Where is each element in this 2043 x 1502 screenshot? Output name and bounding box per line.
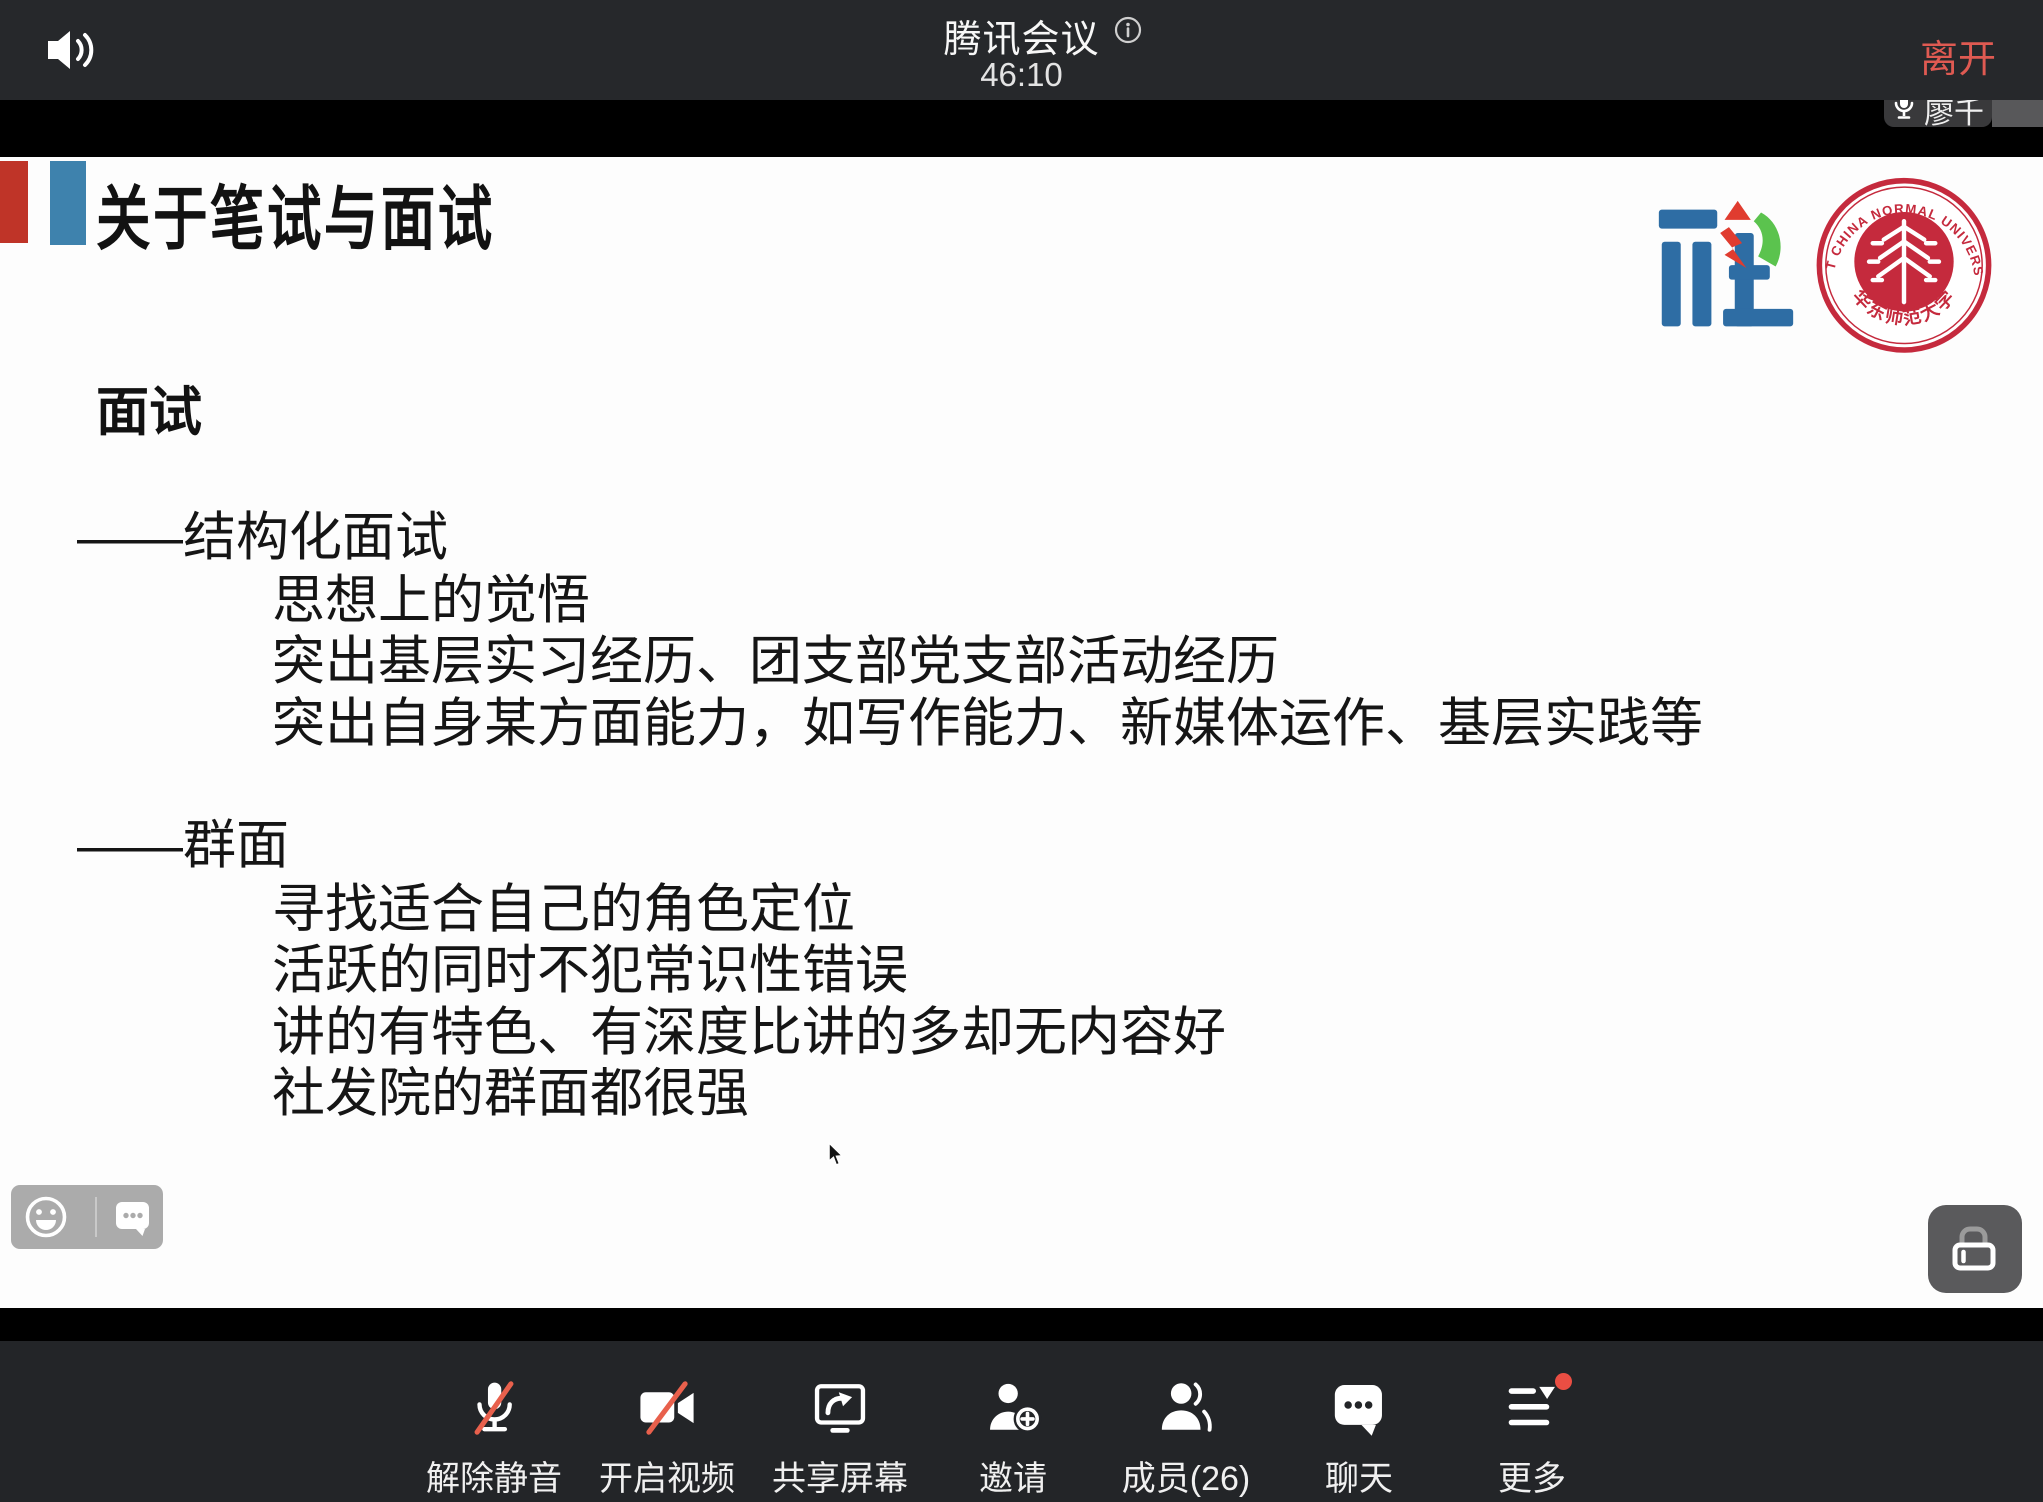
- toolbar-item-label: 成员(26): [1122, 1451, 1250, 1500]
- invite-person-icon: [984, 1379, 1042, 1437]
- share-screen-icon: [811, 1379, 869, 1437]
- mouse-cursor: [828, 1142, 844, 1166]
- emoji-reaction-icon[interactable]: [23, 1194, 69, 1240]
- university-seal-logo: EAST CHINA NORMAL UNIVERSITY 华东师范大学: [1812, 169, 1996, 369]
- window-toggle-icon: [1946, 1219, 2004, 1277]
- toolbar-item-more[interactable]: 更多: [1462, 1379, 1602, 1494]
- section-label: ——群面: [77, 803, 289, 879]
- slide-line: 突出自身某方面能力，如写作能力、新媒体运作、基层实践等: [272, 681, 1703, 757]
- toolbar-item-members[interactable]: 成员(26): [1116, 1379, 1256, 1494]
- participant-name: 廖千: [1924, 100, 1984, 127]
- toolbar-item-chat[interactable]: 聊天: [1289, 1379, 1429, 1494]
- toolbar-item-label: 共享屏幕: [772, 1451, 908, 1500]
- slide-line: 社发院的群面都很强: [272, 1051, 749, 1127]
- divider: [95, 1197, 97, 1237]
- toolbar-item-label: 邀请: [979, 1451, 1047, 1500]
- slide-accent-blue-bar: [50, 161, 86, 245]
- toolbar-item-label: 开启视频: [599, 1451, 735, 1500]
- camera-muted-icon: [638, 1379, 696, 1437]
- letterbox-band: [0, 1308, 2043, 1341]
- meeting-timer: 46:10: [980, 56, 1063, 94]
- slide-accent-red-bar: [0, 161, 28, 243]
- toolbar-item-label: 聊天: [1325, 1451, 1393, 1500]
- slide-heading: 面试: [96, 370, 202, 446]
- notification-dot: [1555, 1373, 1572, 1390]
- leave-button[interactable]: 离开: [1920, 28, 1996, 83]
- reaction-bar: [11, 1185, 163, 1249]
- speaker-icon[interactable]: [42, 22, 102, 78]
- shared-slide: 关于笔试与面试 EAST CHINA NORMAL UNIVERSITY: [0, 157, 2043, 1308]
- meeting-title: 腾讯会议: [943, 8, 1099, 63]
- toolbar-item-label: 更多: [1498, 1451, 1566, 1500]
- microphone-muted-icon: [465, 1379, 523, 1437]
- toolbar-item-unmute[interactable]: 解除静音: [424, 1379, 564, 1494]
- toolbar-item-label: 解除静音: [426, 1451, 562, 1500]
- toolbar-item-start-video[interactable]: 开启视频: [597, 1379, 737, 1494]
- toolbar-item-share-screen[interactable]: 共享屏幕: [770, 1379, 910, 1494]
- top-bar: 腾讯会议 46:10 离开: [0, 0, 2043, 100]
- participant-name-tag[interactable]: 廖千: [1884, 100, 1992, 127]
- chat-bubble-icon: [1330, 1379, 1388, 1437]
- toolbar-item-invite[interactable]: 邀请: [943, 1379, 1083, 1494]
- window-mode-button[interactable]: [1928, 1205, 2022, 1293]
- members-icon: [1157, 1379, 1215, 1437]
- mic-icon: [1892, 100, 1916, 121]
- bottom-toolbar: 解除静音 开启视频 共享屏幕: [0, 1341, 2043, 1502]
- quick-chat-icon[interactable]: [113, 1197, 153, 1237]
- more-lines-icon: [1503, 1379, 1561, 1437]
- department-logo: [1653, 195, 1799, 341]
- slide-title: 关于笔试与面试: [96, 163, 495, 264]
- video-thumbnail-edge: [1992, 100, 2043, 127]
- info-icon[interactable]: [1114, 16, 1142, 44]
- tencent-meeting-window: 腾讯会议 46:10 离开 廖千 关于笔试与面试: [0, 0, 2043, 1502]
